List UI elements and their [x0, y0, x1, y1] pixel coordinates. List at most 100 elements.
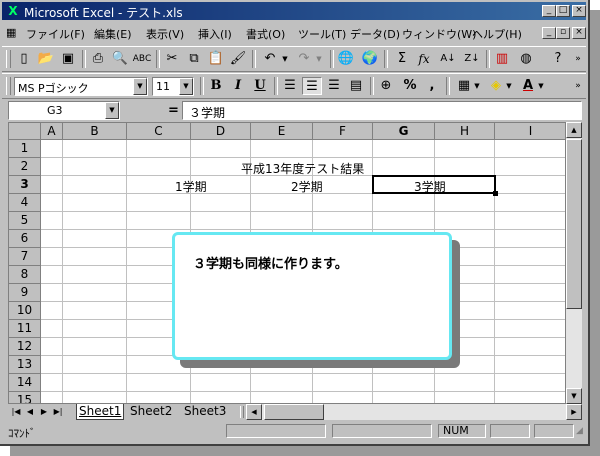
percent-icon[interactable]: % — [400, 77, 420, 95]
row-header[interactable]: 12 — [9, 338, 41, 356]
hscroll-thumb[interactable] — [264, 404, 324, 420]
row-header[interactable]: 7 — [9, 248, 41, 266]
menu-insert[interactable]: 挿入(I) — [198, 26, 232, 42]
spelling-icon[interactable]: ABC — [132, 50, 152, 68]
menu-help[interactable]: ヘルプ(H) — [472, 26, 522, 42]
column-header-e[interactable]: E — [251, 123, 313, 140]
currency-icon[interactable]: ⊕ — [376, 77, 396, 95]
format-painter-icon[interactable]: 🖌 — [228, 50, 248, 68]
tab-sheet1[interactable]: Sheet1 — [76, 404, 125, 420]
menu-window[interactable]: ウィンドウ(W) — [402, 26, 476, 42]
scroll-thumb[interactable] — [566, 139, 582, 309]
menu-tools[interactable]: ツール(T) — [298, 26, 346, 42]
close-button[interactable]: × — [572, 5, 586, 17]
row-header[interactable]: 1 — [9, 140, 41, 158]
active-cell-g3[interactable]: 3学期 — [372, 175, 498, 196]
sort-ascending-icon[interactable]: A↓ — [438, 50, 458, 68]
row-header[interactable]: 3 — [9, 176, 41, 194]
scroll-left-icon[interactable]: ◀ — [246, 404, 262, 420]
chart-wizard-icon[interactable]: ▥ — [492, 50, 512, 68]
hyperlink-icon[interactable]: 🌐 — [336, 50, 356, 68]
name-box[interactable]: G3 ▼ — [8, 101, 120, 120]
underline-icon[interactable]: U — [250, 77, 270, 95]
column-header-c[interactable]: C — [127, 123, 191, 140]
comma-icon[interactable]: , — [422, 77, 442, 95]
column-header-h[interactable]: H — [435, 123, 495, 140]
maximize-button[interactable]: □ — [556, 5, 570, 17]
open-icon[interactable]: 📂 — [36, 50, 56, 68]
undo-dropdown-icon[interactable]: ▼ — [280, 50, 290, 68]
chevron-down-icon[interactable]: ▼ — [105, 102, 119, 119]
align-right-icon[interactable]: ☰ — [324, 77, 344, 95]
cell-c3-term1[interactable]: 1学期 — [175, 178, 207, 195]
column-header-d[interactable]: D — [191, 123, 251, 140]
last-sheet-icon[interactable]: ▶| — [52, 405, 64, 418]
row-header[interactable]: 14 — [9, 374, 41, 392]
tab-sheet2[interactable]: Sheet2 — [128, 404, 174, 419]
merge-center-icon[interactable]: ▤ — [346, 77, 366, 95]
tab-sheet3[interactable]: Sheet3 — [182, 404, 228, 419]
print-icon[interactable]: ⎙ — [88, 50, 108, 68]
cell-e3-term2[interactable]: 2学期 — [291, 178, 323, 195]
menu-file[interactable]: ファイル(F) — [26, 26, 85, 42]
scroll-down-icon[interactable]: ▼ — [566, 388, 582, 404]
chevron-down-icon[interactable]: ▼ — [179, 78, 193, 95]
copy-icon[interactable]: ⧉ — [184, 50, 204, 68]
menu-format[interactable]: 書式(O) — [246, 26, 285, 42]
more-buttons-icon[interactable]: » — [568, 77, 588, 95]
fill-dropdown-icon[interactable]: ▼ — [504, 77, 514, 95]
horizontal-scrollbar[interactable]: ◀ ▶ — [246, 404, 582, 420]
doc-restore-button[interactable]: ▫ — [556, 27, 570, 39]
menu-view[interactable]: 表示(V) — [146, 26, 184, 42]
menu-edit[interactable]: 編集(E) — [94, 26, 132, 42]
italic-icon[interactable]: I — [228, 77, 248, 95]
fill-color-icon[interactable]: ◈ — [486, 77, 506, 95]
row-header[interactable]: 10 — [9, 302, 41, 320]
row-header[interactable]: 5 — [9, 212, 41, 230]
map-icon[interactable]: ◍ — [516, 50, 536, 68]
font-name-combo[interactable]: MS Pゴシック ▼ — [14, 77, 148, 96]
more-buttons-icon[interactable]: » — [568, 50, 588, 68]
scroll-right-icon[interactable]: ▶ — [566, 404, 582, 420]
new-icon[interactable]: ▯ — [14, 50, 34, 68]
excel-app-icon[interactable]: X — [6, 4, 20, 18]
sort-descending-icon[interactable]: Z↓ — [462, 50, 482, 68]
function-icon[interactable]: fx — [414, 50, 434, 68]
first-sheet-icon[interactable]: |◀ — [10, 405, 22, 418]
column-header-a[interactable]: A — [41, 123, 63, 140]
column-header-i[interactable]: I — [495, 123, 565, 140]
bold-icon[interactable]: B — [206, 77, 226, 95]
paste-icon[interactable]: 📋 — [206, 50, 226, 68]
redo-icon[interactable]: ↷ — [294, 50, 314, 68]
column-header-f[interactable]: F — [313, 123, 373, 140]
title-bar[interactable]: X Microsoft Excel - テスト.xls _ □ × — [2, 2, 586, 20]
align-left-icon[interactable]: ☰ — [280, 77, 300, 95]
row-header[interactable]: 9 — [9, 284, 41, 302]
doc-close-button[interactable]: × — [572, 27, 586, 39]
prev-sheet-icon[interactable]: ◀ — [24, 405, 36, 418]
scroll-up-icon[interactable]: ▲ — [566, 122, 582, 138]
resize-grip-icon[interactable]: ◢ — [576, 426, 583, 436]
tab-split-handle[interactable] — [240, 406, 244, 418]
minimize-button[interactable]: _ — [542, 5, 556, 17]
doc-minimize-button[interactable]: _ — [542, 27, 556, 39]
workbook-icon[interactable]: ▦ — [6, 26, 20, 40]
fill-handle[interactable] — [493, 191, 498, 196]
redo-dropdown-icon[interactable]: ▼ — [314, 50, 324, 68]
font-size-combo[interactable]: 11 ▼ — [152, 77, 194, 96]
row-header[interactable]: 6 — [9, 230, 41, 248]
column-header-b[interactable]: B — [63, 123, 127, 140]
chevron-down-icon[interactable]: ▼ — [133, 78, 147, 95]
font-color-icon[interactable]: A — [518, 77, 538, 95]
vertical-scrollbar[interactable]: ▲ ▼ — [566, 122, 582, 404]
save-icon[interactable]: ▣ — [58, 50, 78, 68]
row-header[interactable]: 15 — [9, 392, 41, 403]
cut-icon[interactable]: ✂ — [162, 50, 182, 68]
row-header[interactable]: 4 — [9, 194, 41, 212]
font-color-dropdown-icon[interactable]: ▼ — [536, 77, 546, 95]
web-toolbar-icon[interactable]: 🌍 — [360, 50, 380, 68]
menu-data[interactable]: データ(D) — [350, 26, 400, 42]
office-assistant-icon[interactable]: ? — [548, 50, 568, 68]
toolbar-grip[interactable] — [6, 77, 11, 95]
row-header[interactable]: 2 — [9, 158, 41, 176]
